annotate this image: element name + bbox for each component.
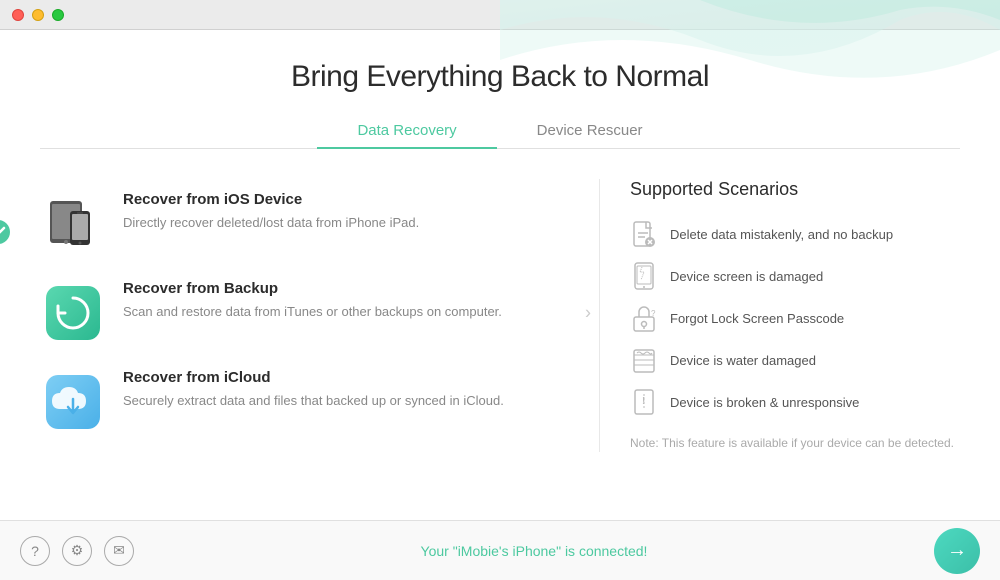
scenario-passcode: ? Forgot Lock Screen Passcode xyxy=(630,304,960,332)
bottom-left-icons: ? ⚙ ✉ xyxy=(20,536,134,566)
titlebar xyxy=(0,0,1000,30)
next-button[interactable]: → xyxy=(934,528,980,574)
tabs-container: Data Recovery Device Rescuer xyxy=(40,114,960,149)
help-button[interactable]: ? xyxy=(20,536,50,566)
close-button[interactable] xyxy=(12,9,24,21)
backup-icon xyxy=(40,280,105,345)
minimize-button[interactable] xyxy=(32,9,44,21)
recover-backup-item[interactable]: Recover from Backup Scan and restore dat… xyxy=(40,268,579,357)
recover-ios-item[interactable]: Recover from iOS Device Directly recover… xyxy=(40,179,579,268)
bottom-bar: ? ⚙ ✉ Your "iMobie's iPhone" is connecte… xyxy=(0,520,1000,580)
ios-device-icon xyxy=(40,191,105,256)
tab-device-rescuer[interactable]: Device Rescuer xyxy=(497,114,683,149)
scenario-delete: Delete data mistakenly, and no backup xyxy=(630,220,960,248)
svg-text:?: ? xyxy=(651,309,656,318)
left-column: Recover from iOS Device Directly recover… xyxy=(40,179,600,452)
selection-indicator xyxy=(0,219,11,250)
water-icon xyxy=(630,346,658,374)
scenario-broken: ! Device is broken & unresponsive xyxy=(630,388,960,416)
scenario-note: Note: This feature is available if your … xyxy=(630,434,960,452)
lock-icon: ? xyxy=(630,304,658,332)
main-container: Bring Everything Back to Normal Data Rec… xyxy=(0,30,1000,520)
supported-scenarios-title: Supported Scenarios xyxy=(630,179,960,200)
file-delete-icon xyxy=(630,220,658,248)
broken-icon: ! xyxy=(630,388,658,416)
arrow-right-icon: → xyxy=(947,539,967,562)
mail-button[interactable]: ✉ xyxy=(104,536,134,566)
device-screen-icon xyxy=(630,262,658,290)
chevron-divider-icon: › xyxy=(585,302,591,323)
page-title: Bring Everything Back to Normal xyxy=(40,60,960,94)
right-column: Supported Scenarios Delete data mistaken… xyxy=(600,179,960,452)
icloud-icon xyxy=(40,369,105,434)
settings-button[interactable]: ⚙ xyxy=(62,536,92,566)
ios-item-text: Recover from iOS Device Directly recover… xyxy=(123,191,419,233)
backup-item-text: Recover from Backup Scan and restore dat… xyxy=(123,280,502,322)
connection-status: Your "iMobie's iPhone" is connected! xyxy=(421,543,648,559)
headline: Bring Everything Back to Normal xyxy=(40,30,960,114)
maximize-button[interactable] xyxy=(52,9,64,21)
svg-text:!: ! xyxy=(642,396,645,407)
scenario-screen: Device screen is damaged xyxy=(630,262,960,290)
scenario-water: Device is water damaged xyxy=(630,346,960,374)
recover-icloud-item[interactable]: Recover from iCloud Securely extract dat… xyxy=(40,357,579,446)
tab-data-recovery[interactable]: Data Recovery xyxy=(317,114,496,149)
icloud-item-text: Recover from iCloud Securely extract dat… xyxy=(123,369,504,411)
content-area: Recover from iOS Device Directly recover… xyxy=(40,179,960,452)
